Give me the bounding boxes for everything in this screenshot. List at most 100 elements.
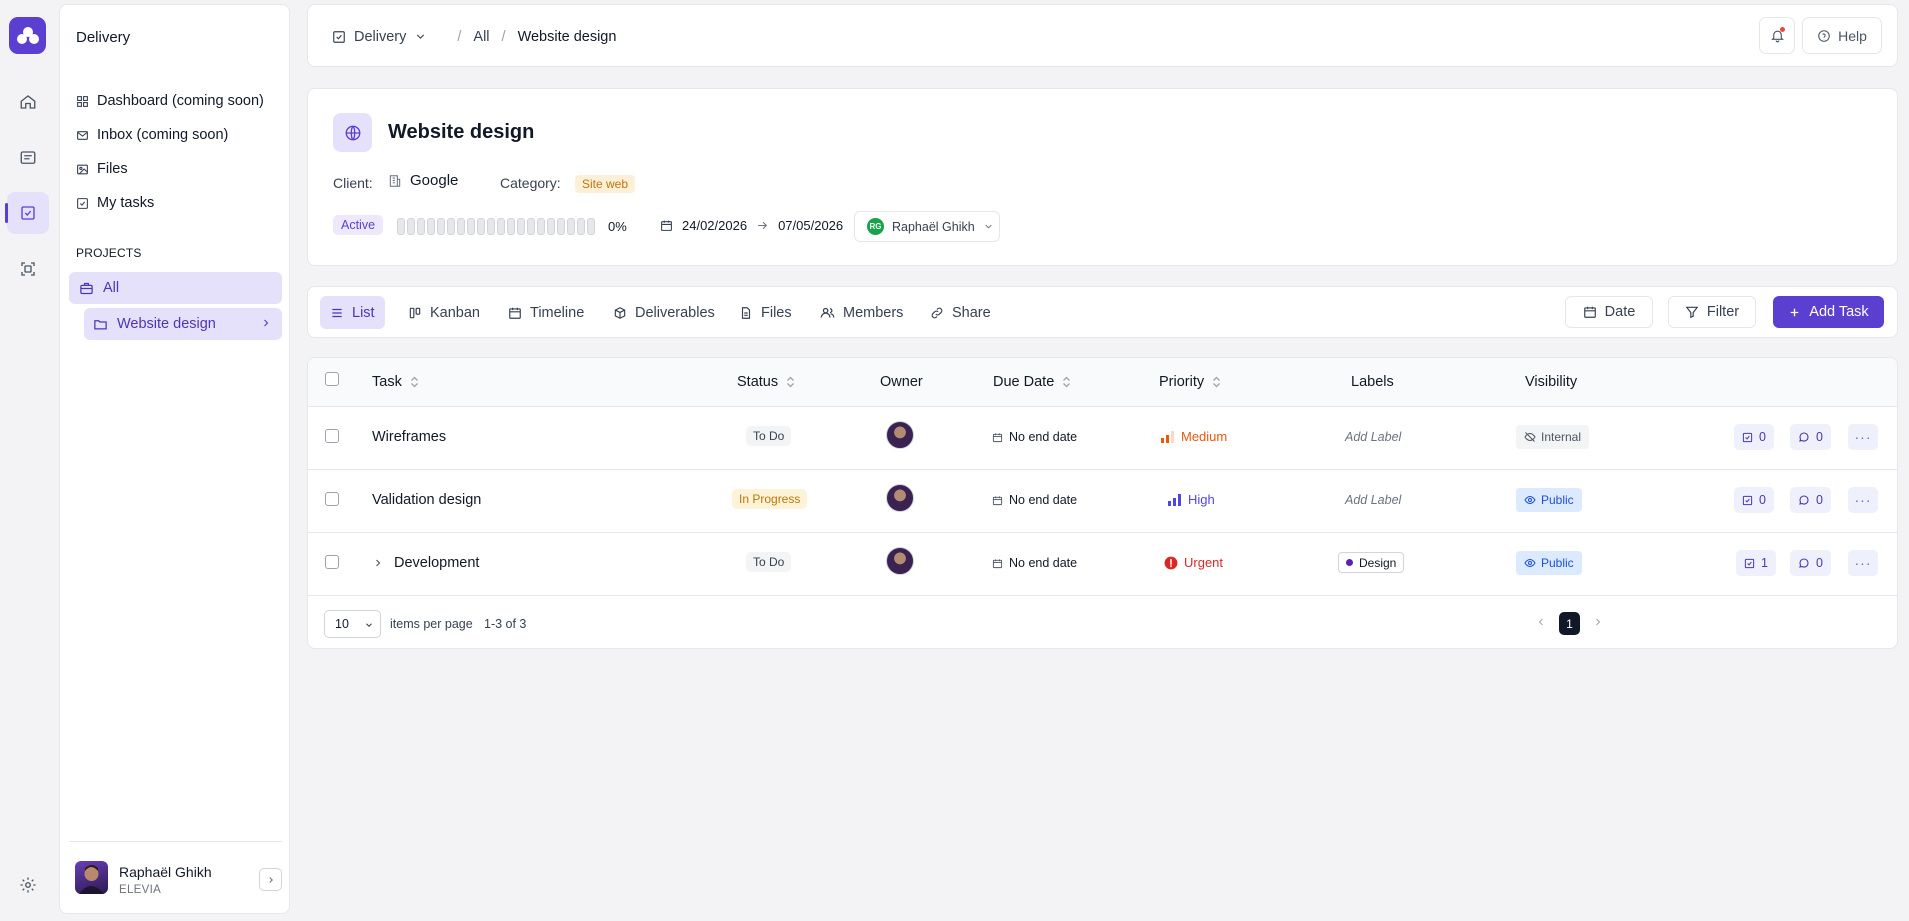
chevron-right-icon[interactable] <box>1592 616 1604 628</box>
select-all-checkbox[interactable] <box>325 372 339 386</box>
help-label: Help <box>1838 27 1867 44</box>
eye-icon <box>1524 495 1536 505</box>
row-actions-button[interactable]: ··· <box>1848 550 1878 576</box>
sidebar-item-all-projects[interactable]: All <box>69 272 282 304</box>
filter-label: Filter <box>1706 304 1740 320</box>
due-date-text: No end date <box>1009 493 1078 507</box>
owner-avatar[interactable] <box>886 421 914 449</box>
help-icon <box>1818 29 1830 42</box>
subtask-count[interactable]: 0 <box>1734 424 1774 450</box>
comment-count[interactable]: 0 <box>1790 550 1831 576</box>
table-row[interactable]: Development To Do No end date Urgent Des… <box>308 533 1897 596</box>
tab-files[interactable]: Files <box>729 296 802 329</box>
task-name[interactable]: Wireframes <box>372 429 446 445</box>
checkbox-icon <box>333 30 345 43</box>
signal-high-icon <box>1168 493 1181 506</box>
tab-list[interactable]: List <box>320 296 385 329</box>
table-row[interactable]: Validation design In Progress No end dat… <box>308 470 1897 533</box>
visibility-badge[interactable]: Internal <box>1516 425 1590 449</box>
status-badge[interactable]: In Progress <box>732 489 808 509</box>
progress-segment <box>527 218 535 235</box>
settings-nav[interactable] <box>7 864 49 906</box>
status-badge[interactable]: Active <box>333 215 384 235</box>
user-profile[interactable]: Raphaël Ghikh ELEVIA <box>69 841 282 911</box>
chevron-left-icon[interactable] <box>1535 616 1547 628</box>
priority-high[interactable]: High <box>1168 492 1215 507</box>
expand-sidebar-button[interactable] <box>259 868 282 891</box>
date-range[interactable]: 24/02/2026 07/05/2026 <box>660 218 843 233</box>
column-task[interactable]: Task <box>372 374 419 390</box>
status-badge[interactable]: To Do <box>746 426 792 446</box>
due-date[interactable]: No end date <box>992 556 1077 570</box>
help-button[interactable]: Help <box>1802 17 1882 54</box>
priority-urgent[interactable]: Urgent <box>1164 555 1223 570</box>
sidebar-item-dashboard[interactable]: Dashboard (coming soon) <box>76 89 264 113</box>
sidebar: Delivery Dashboard (coming soon) Inbox (… <box>59 4 290 914</box>
plus-icon <box>1791 308 1799 316</box>
row-actions-button[interactable]: ··· <box>1848 424 1878 450</box>
row-actions-button[interactable]: ··· <box>1848 487 1878 513</box>
progress-segment <box>447 218 455 235</box>
owner-avatar[interactable] <box>886 484 914 512</box>
task-name-group[interactable]: Development <box>372 555 479 571</box>
comment-count[interactable]: 0 <box>1790 424 1831 450</box>
sidebar-item-my-tasks[interactable]: My tasks <box>76 191 154 215</box>
task-name[interactable]: Validation design <box>372 492 481 508</box>
per-page-select[interactable]: 10 <box>324 610 381 638</box>
comment-count[interactable]: 0 <box>1790 487 1831 513</box>
column-due-date[interactable]: Due Date <box>993 374 1071 390</box>
scan-nav[interactable] <box>7 248 49 290</box>
breadcrumb-current: Website design <box>517 28 617 45</box>
page-button-current[interactable]: 1 <box>1559 612 1580 635</box>
add-label-link[interactable]: Add Label <box>1345 493 1401 507</box>
tab-label: List <box>352 304 375 321</box>
visibility-badge[interactable]: Public <box>1516 551 1582 575</box>
checkbox-icon <box>1742 432 1753 442</box>
app-logo[interactable] <box>9 17 46 54</box>
sidebar-item-website-design[interactable]: Website design <box>84 308 282 340</box>
add-label-link[interactable]: Add Label <box>1345 430 1401 444</box>
label-chip[interactable]: Design <box>1338 552 1405 573</box>
due-date[interactable]: No end date <box>992 493 1077 507</box>
visibility-badge[interactable]: Public <box>1516 488 1582 512</box>
delivery-nav[interactable] <box>5 192 49 234</box>
priority-medium[interactable]: Medium <box>1161 429 1227 444</box>
breadcrumb-all[interactable]: All <box>473 29 489 45</box>
column-status[interactable]: Status <box>737 374 795 390</box>
client-label: Client: <box>333 175 373 191</box>
notifications-button[interactable] <box>1759 17 1795 54</box>
date-filter-button[interactable]: Date <box>1565 296 1653 328</box>
tab-share[interactable]: Share <box>920 296 1001 329</box>
messages-nav[interactable] <box>7 137 49 179</box>
chevron-right-icon[interactable] <box>372 557 384 569</box>
progress-segment <box>467 218 475 235</box>
table-row[interactable]: Wireframes To Do No end date Medium Add … <box>308 407 1897 470</box>
breadcrumb: Delivery / All / Website design <box>332 5 616 68</box>
due-date[interactable]: No end date <box>992 430 1077 444</box>
progress-bar <box>397 218 595 235</box>
client-name: Google <box>410 172 459 189</box>
filter-button[interactable]: Filter <box>1668 296 1756 328</box>
breadcrumb-root: Delivery <box>354 28 407 45</box>
home-nav[interactable] <box>7 81 49 123</box>
owner-avatar[interactable] <box>886 547 914 575</box>
subtask-count[interactable]: 1 <box>1736 550 1776 576</box>
row-checkbox[interactable] <box>325 429 339 443</box>
tab-members[interactable]: Members <box>810 296 913 329</box>
row-checkbox[interactable] <box>325 492 339 506</box>
subtask-count[interactable]: 0 <box>1734 487 1774 513</box>
comment-icon <box>1799 558 1809 568</box>
add-task-button[interactable]: Add Task <box>1773 296 1884 328</box>
workspace-selector[interactable]: Delivery <box>332 29 427 45</box>
sidebar-item-inbox[interactable]: Inbox (coming soon) <box>76 123 228 147</box>
tab-kanban[interactable]: Kanban <box>398 296 490 329</box>
column-priority[interactable]: Priority <box>1159 374 1221 390</box>
client-value[interactable]: Google <box>388 172 458 189</box>
tab-deliverables[interactable]: Deliverables <box>603 296 725 329</box>
owner-selector[interactable]: RG Raphaël Ghikh <box>854 211 1000 242</box>
status-badge[interactable]: To Do <box>746 552 792 572</box>
tab-timeline[interactable]: Timeline <box>498 296 594 329</box>
comment-count-value: 0 <box>1816 493 1823 507</box>
sidebar-item-files[interactable]: Files <box>76 157 128 181</box>
row-checkbox[interactable] <box>325 555 339 569</box>
